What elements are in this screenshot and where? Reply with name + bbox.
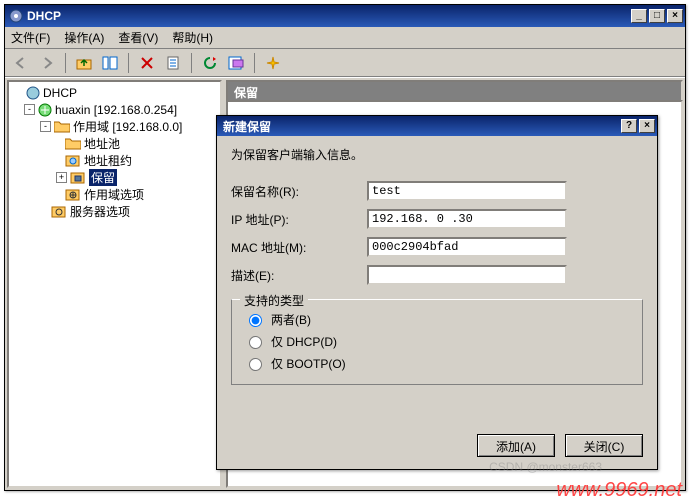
expand-icon[interactable]: + <box>56 172 67 183</box>
close-dialog-button[interactable]: 关闭(C) <box>565 434 643 457</box>
menu-file[interactable]: 文件(F) <box>11 29 50 46</box>
dialog-body: 为保留客户端输入信息。 保留名称(R): IP 地址(P): MAC 地址(M)… <box>217 136 657 428</box>
pool-icon <box>65 137 81 150</box>
dialog-buttons: 添加(A) 关闭(C) <box>217 428 657 469</box>
separator <box>128 53 129 73</box>
radio-bootp-input[interactable] <box>249 358 262 371</box>
type-group: 支持的类型 两者(B) 仅 DHCP(D) 仅 BOOTP(O) <box>231 299 643 385</box>
collapse-icon[interactable]: - <box>40 121 51 132</box>
ip-input[interactable] <box>367 209 567 229</box>
name-input[interactable] <box>367 181 567 201</box>
menu-view[interactable]: 查看(V) <box>118 29 158 46</box>
reservation-icon <box>70 171 86 184</box>
name-label: 保留名称(R): <box>231 183 367 200</box>
refresh-icon[interactable] <box>200 53 220 73</box>
minimize-button[interactable]: _ <box>631 9 647 23</box>
server-options-icon <box>51 205 67 218</box>
app-icon <box>9 9 23 23</box>
menu-help[interactable]: 帮助(H) <box>172 29 213 46</box>
tree-lease[interactable]: 地址租约 <box>9 152 220 169</box>
dialog-titlebar[interactable]: 新建保留 ? × <box>217 116 657 136</box>
type-group-label: 支持的类型 <box>240 292 308 309</box>
tree-pool[interactable]: 地址池 <box>9 135 220 152</box>
tree-scopeopt[interactable]: 作用域选项 <box>9 186 220 203</box>
star-icon[interactable] <box>263 53 283 73</box>
mac-label: MAC 地址(M): <box>231 239 367 256</box>
up-folder-icon[interactable] <box>74 53 94 73</box>
titlebar[interactable]: DHCP _ □ × <box>5 5 685 27</box>
server-icon <box>38 103 52 117</box>
collapse-icon[interactable]: - <box>24 104 35 115</box>
new-reservation-dialog: 新建保留 ? × 为保留客户端输入信息。 保留名称(R): IP 地址(P): … <box>216 115 658 470</box>
tree-serveropt[interactable]: 服务器选项 <box>9 203 220 220</box>
ip-label: IP 地址(P): <box>231 211 367 228</box>
properties-icon[interactable] <box>163 53 183 73</box>
separator <box>254 53 255 73</box>
folder-open-icon <box>54 120 70 133</box>
forward-icon[interactable] <box>37 53 57 73</box>
add-button[interactable]: 添加(A) <box>477 434 555 457</box>
window-title: DHCP <box>27 9 629 23</box>
tree-scope[interactable]: - 作用域 [192.168.0.0] <box>9 118 220 135</box>
tree-reservation[interactable]: + 保留 <box>9 169 220 186</box>
desc-label: 描述(E): <box>231 267 367 284</box>
separator <box>191 53 192 73</box>
maximize-button[interactable]: □ <box>649 9 665 23</box>
radio-dhcp-input[interactable] <box>249 336 262 349</box>
dialog-intro: 为保留客户端输入信息。 <box>231 146 643 163</box>
help-button[interactable]: ? <box>621 119 637 133</box>
tree-server[interactable]: - huaxin [192.168.0.254] <box>9 101 220 118</box>
radio-both[interactable]: 两者(B) <box>244 308 630 330</box>
toolbar <box>5 49 685 77</box>
dialog-close-button[interactable]: × <box>639 119 655 133</box>
desc-input[interactable] <box>367 265 567 285</box>
menubar: 文件(F) 操作(A) 查看(V) 帮助(H) <box>5 27 685 49</box>
close-button[interactable]: × <box>667 9 683 23</box>
delete-icon[interactable] <box>137 53 157 73</box>
lease-icon <box>65 154 81 167</box>
back-icon[interactable] <box>11 53 31 73</box>
options-icon <box>65 188 81 201</box>
menu-action[interactable]: 操作(A) <box>64 29 104 46</box>
separator <box>65 53 66 73</box>
pane-header: 保留 <box>226 80 683 100</box>
radio-bootp[interactable]: 仅 BOOTP(O) <box>244 352 630 374</box>
show-hide-icon[interactable] <box>100 53 120 73</box>
radio-both-input[interactable] <box>249 314 262 327</box>
dialog-title: 新建保留 <box>223 118 271 135</box>
mac-input[interactable] <box>367 237 567 257</box>
radio-dhcp[interactable]: 仅 DHCP(D) <box>244 330 630 352</box>
tree-pane[interactable]: DHCP - huaxin [192.168.0.254] - 作用域 [192… <box>7 80 222 488</box>
dhcp-icon <box>26 86 40 100</box>
tree-root[interactable]: DHCP <box>9 84 220 101</box>
export-icon[interactable] <box>226 53 246 73</box>
